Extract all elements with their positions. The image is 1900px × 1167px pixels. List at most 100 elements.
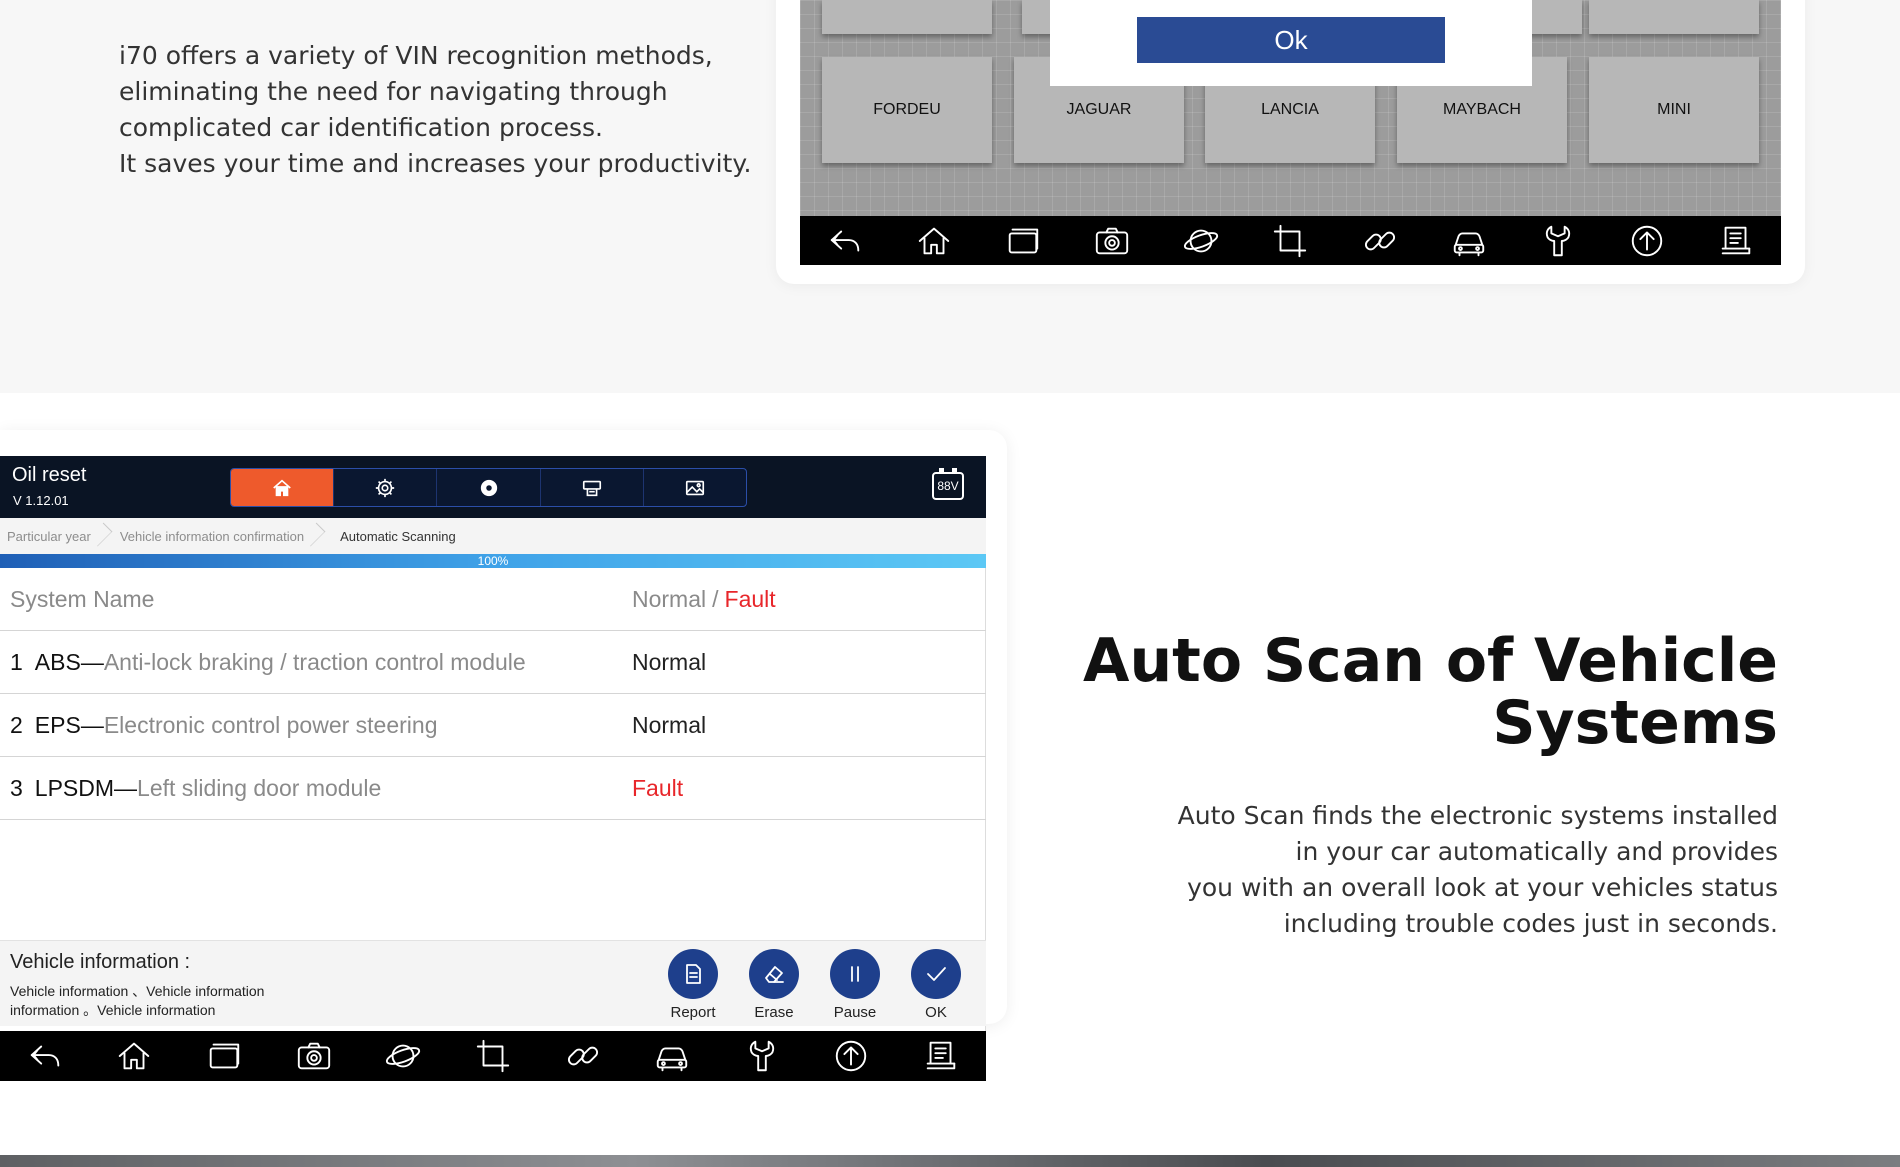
- feature-description: Auto Scan finds the electronic systems i…: [1080, 798, 1778, 942]
- browser-globe-icon[interactable]: [1179, 219, 1223, 263]
- feature-description-line: Auto Scan finds the electronic systems i…: [1177, 801, 1778, 830]
- auto-scan-app: Oil reset V 1.12.01 88V Particular year …: [0, 456, 986, 1081]
- intro-line: eliminating the need for navigating thro…: [119, 77, 668, 106]
- pause-button[interactable]: Pause: [825, 949, 885, 1021]
- status-separator: /: [712, 585, 719, 612]
- status-cell: Normal: [632, 648, 707, 675]
- status-cell: Fault: [632, 774, 684, 801]
- home-icon[interactable]: [912, 219, 956, 263]
- eraser-icon: [765, 966, 784, 983]
- brand-tile-partial[interactable]: [1589, 0, 1759, 34]
- ok-label: OK: [925, 1004, 947, 1021]
- app-tab-bar: [230, 468, 747, 507]
- tab-settings[interactable]: [334, 469, 438, 506]
- app-version: V 1.12.01: [13, 493, 69, 508]
- wrench-icon[interactable]: [1536, 219, 1580, 263]
- feature-title: Auto Scan of Vehicle Systems: [1060, 630, 1778, 754]
- crop-icon[interactable]: [1268, 219, 1312, 263]
- link-icon[interactable]: [1358, 219, 1402, 263]
- record-icon: [480, 479, 497, 496]
- report-label: Report: [670, 1004, 716, 1021]
- car-icon[interactable]: [650, 1034, 694, 1078]
- ok-button[interactable]: OK: [906, 949, 966, 1021]
- battery-voltage-badge: 88V: [932, 468, 964, 500]
- back-icon[interactable]: [823, 219, 867, 263]
- check-icon: [927, 967, 946, 981]
- scan-progress-bar: 100%: [0, 554, 986, 568]
- system-name-cell: 1 ABS— Anti-lock braking / traction cont…: [10, 631, 526, 693]
- table-row[interactable]: 2 EPS— Electronic control power steering…: [0, 694, 986, 757]
- camera-icon[interactable]: [292, 1034, 336, 1078]
- system-description: Left sliding door module: [137, 774, 382, 801]
- erase-button[interactable]: Erase: [744, 949, 804, 1021]
- row-number: 2: [10, 711, 23, 738]
- system-description: Anti-lock braking / traction control mod…: [103, 648, 526, 675]
- system-code: EPS—: [34, 711, 104, 738]
- browser-globe-icon[interactable]: [381, 1034, 425, 1078]
- book-icon[interactable]: [919, 1034, 963, 1078]
- system-description: Electronic control power steering: [103, 711, 438, 738]
- upload-icon[interactable]: [829, 1034, 873, 1078]
- link-icon[interactable]: [561, 1034, 605, 1078]
- feature-description-line: in your car automatically and provides: [1295, 837, 1778, 866]
- erase-label: Erase: [754, 1004, 794, 1021]
- feature-title-line: Systems: [1492, 688, 1778, 758]
- breadcrumb-current: Automatic Scanning: [340, 528, 456, 544]
- feature-description-line: you with an overall look at your vehicle…: [1187, 873, 1778, 902]
- vehicle-info-title: Vehicle information :: [10, 951, 191, 973]
- crop-icon[interactable]: [471, 1034, 515, 1078]
- tab-print[interactable]: [541, 469, 644, 506]
- column-status: Normal / Fault: [632, 568, 776, 630]
- vehicle-info-line: information 。Vehicle information: [10, 1002, 216, 1018]
- intro-line: complicated car identification process.: [119, 113, 603, 142]
- report-button[interactable]: Report: [663, 949, 723, 1021]
- pause-label: Pause: [833, 1004, 877, 1021]
- printer-icon: [582, 480, 601, 496]
- top-section: i70 offers a variety of VIN recognition …: [0, 0, 1900, 393]
- system-code: ABS—: [34, 648, 104, 675]
- row-number: 1: [10, 648, 23, 675]
- brand-tile-partial[interactable]: [822, 0, 992, 34]
- column-system-name: System Name: [10, 585, 155, 612]
- gallery-icon: [685, 480, 704, 495]
- upload-icon[interactable]: [1625, 219, 1669, 263]
- back-icon[interactable]: [23, 1034, 67, 1078]
- system-status-table: System Name Normal / Fault 1 ABS— Anti-l…: [0, 568, 986, 820]
- device-nav-bar: [0, 1031, 986, 1081]
- pause-icon: [851, 966, 859, 982]
- ok-button[interactable]: Ok: [1137, 17, 1445, 63]
- status-normal-label: Normal: [632, 585, 707, 612]
- system-name-cell: 3 LPSDM— Left sliding door module: [10, 757, 381, 819]
- breadcrumb-item[interactable]: Vehicle information confirmation: [113, 518, 326, 554]
- feature-title-line: Auto Scan of Vehicle: [1083, 626, 1778, 696]
- car-icon[interactable]: [1447, 219, 1491, 263]
- status-cell: Normal: [632, 711, 707, 738]
- status-fault-label: Fault: [724, 585, 776, 612]
- tab-record[interactable]: [437, 469, 541, 506]
- app-header: Oil reset V 1.12.01 88V: [0, 456, 986, 518]
- tab-home[interactable]: [231, 469, 335, 506]
- confirm-dialog: Ok: [1050, 0, 1532, 86]
- camera-icon[interactable]: [1090, 219, 1134, 263]
- home-icon: [273, 479, 291, 496]
- recent-apps-icon[interactable]: [202, 1034, 246, 1078]
- intro-line: i70 offers a variety of VIN recognition …: [119, 41, 713, 70]
- row-number: 3: [10, 774, 23, 801]
- intro-text: i70 offers a variety of VIN recognition …: [119, 38, 759, 182]
- vehicle-info-panel: Vehicle information : Vehicle informatio…: [0, 940, 986, 1026]
- home-icon[interactable]: [112, 1034, 156, 1078]
- book-icon[interactable]: [1714, 219, 1758, 263]
- brand-tile-mini[interactable]: MINI: [1589, 57, 1759, 163]
- recent-apps-icon[interactable]: [1001, 219, 1045, 263]
- next-section-preview: [0, 1155, 1900, 1167]
- wrench-icon[interactable]: [740, 1034, 784, 1078]
- feature-description-line: including trouble codes just in seconds.: [1283, 909, 1778, 938]
- device-nav-bar: [800, 216, 1781, 265]
- intro-line: It saves your time and increases your pr…: [119, 149, 752, 178]
- tab-gallery[interactable]: [644, 469, 746, 506]
- table-row[interactable]: 1 ABS— Anti-lock braking / traction cont…: [0, 631, 986, 694]
- breadcrumb: Particular year Vehicle information conf…: [0, 518, 986, 554]
- brand-tile-fordeu[interactable]: FORDEU: [822, 57, 992, 163]
- table-row[interactable]: 3 LPSDM— Left sliding door module Fault: [0, 757, 986, 820]
- breadcrumb-item[interactable]: Particular year: [0, 518, 113, 554]
